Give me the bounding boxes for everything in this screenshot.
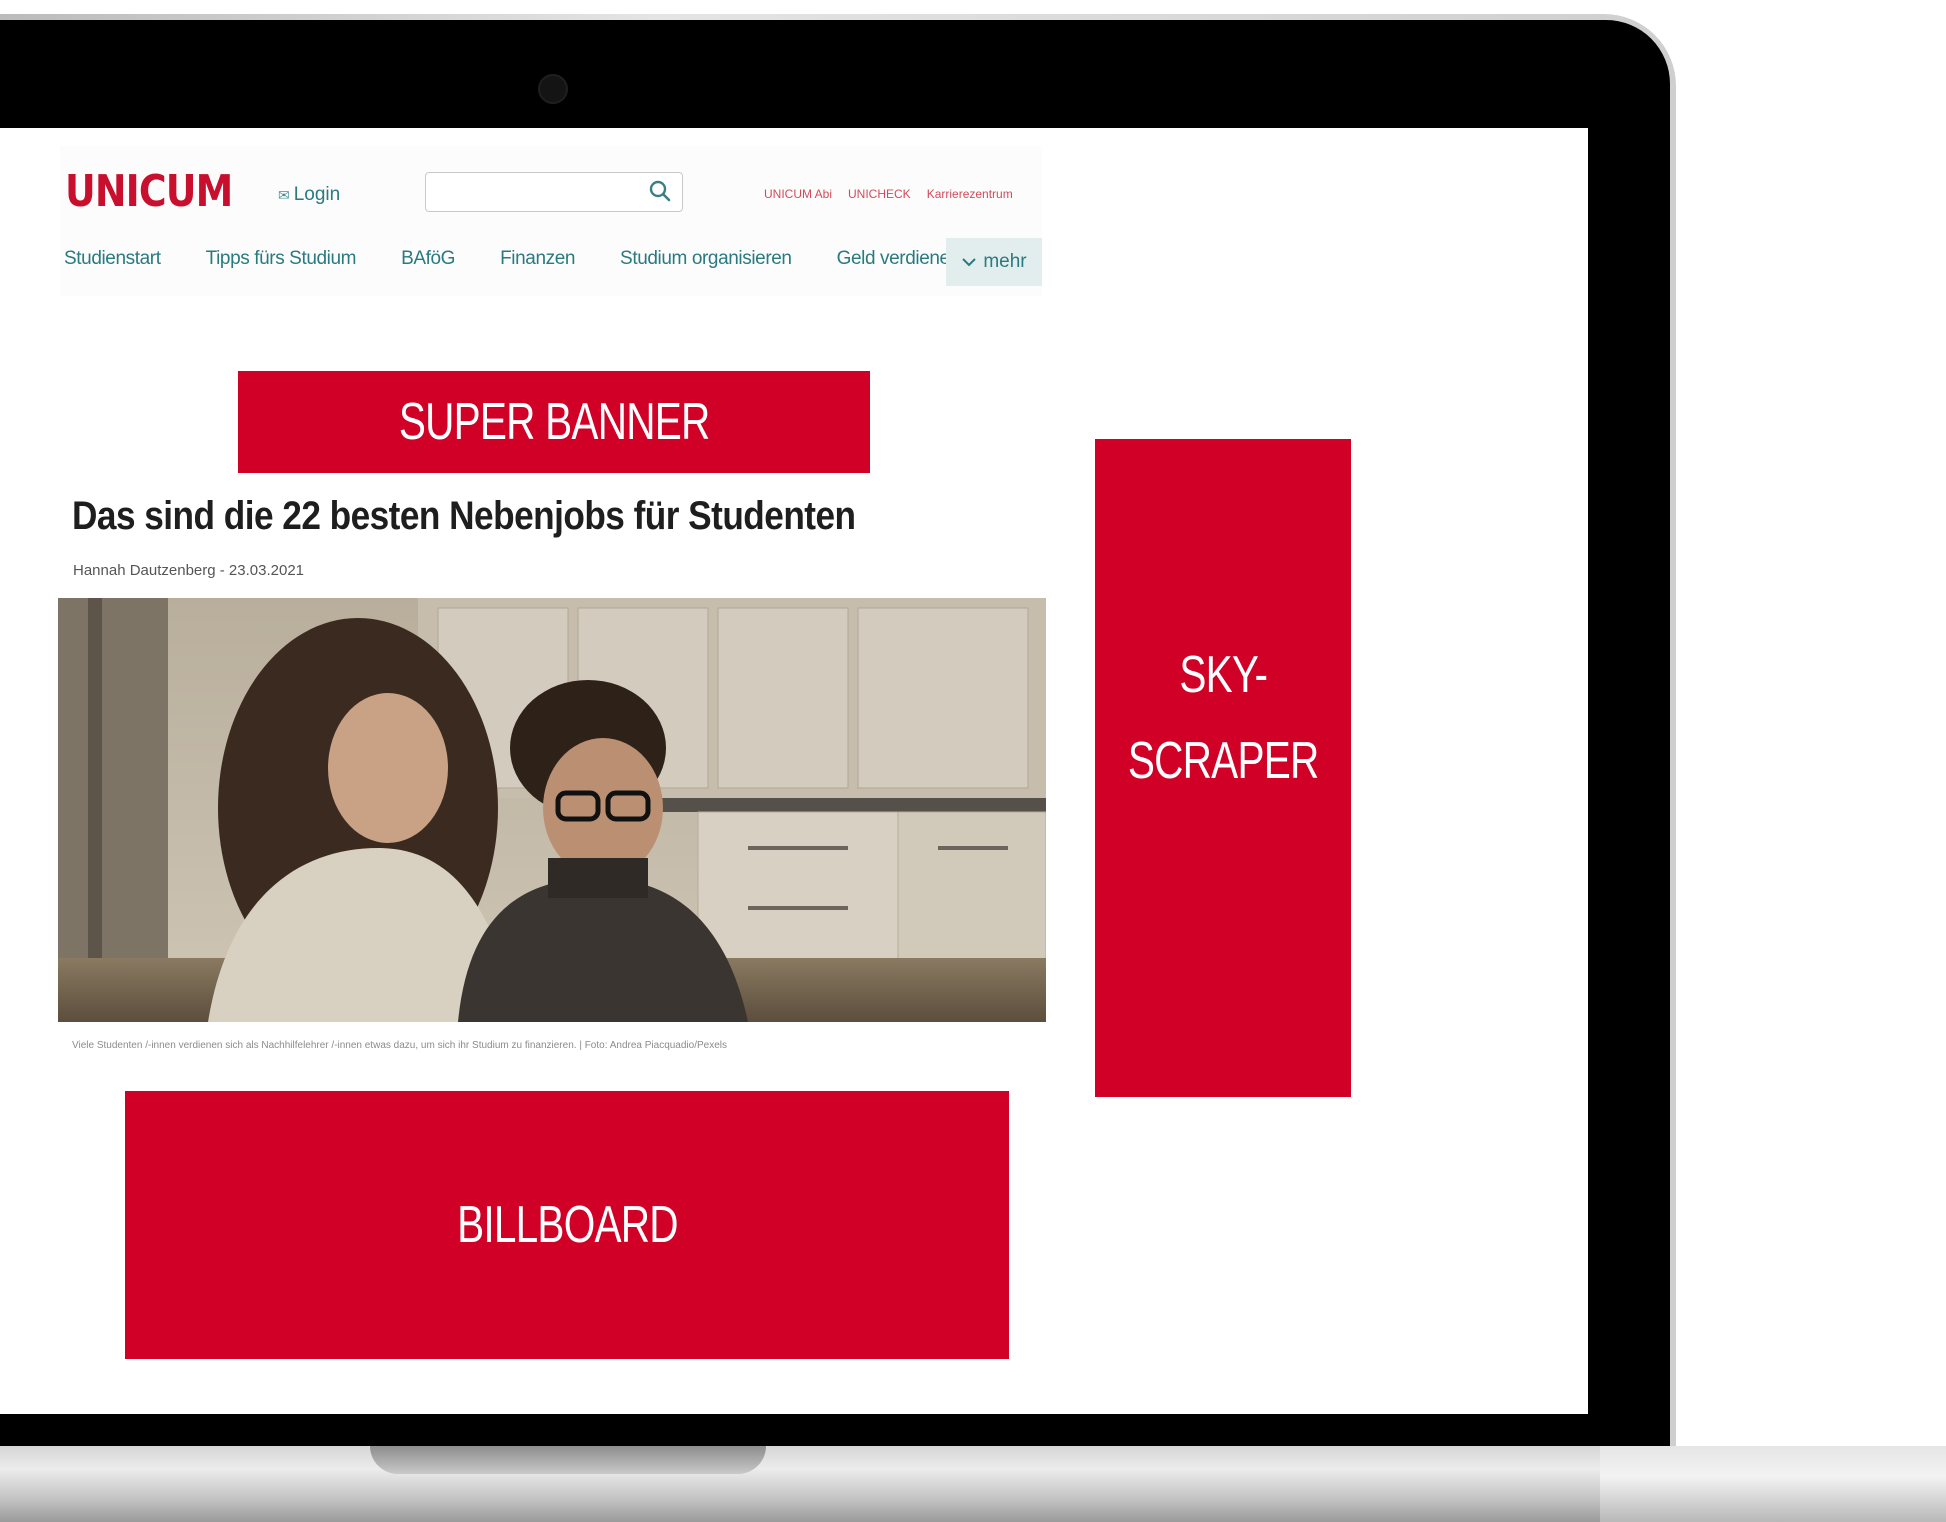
- laptop-bezel: UNICUM ✉ Login UNICUM Abi UNICHECK Karri…: [0, 20, 1670, 1460]
- super-banner-label: SUPER BANNER: [398, 393, 710, 451]
- mail-icon: ✉: [278, 186, 290, 203]
- site-logo[interactable]: UNICUM: [65, 166, 233, 217]
- skyscraper-ad[interactable]: SKY- SCRAPER: [1095, 439, 1351, 1097]
- top-link-abi[interactable]: UNICUM Abi: [764, 187, 832, 201]
- nav-item-finanzen[interactable]: Finanzen: [500, 248, 575, 270]
- super-banner-ad[interactable]: SUPER BANNER: [238, 371, 870, 473]
- top-links: UNICUM Abi UNICHECK Karrierezentrum: [764, 187, 1013, 201]
- top-link-unicheck[interactable]: UNICHECK: [848, 187, 911, 201]
- hero-photo: [58, 598, 1046, 1022]
- billboard-ad[interactable]: BILLBOARD: [125, 1091, 1009, 1359]
- skyscraper-label-line1: SKY-: [1179, 646, 1268, 704]
- billboard-label: BILLBOARD: [456, 1196, 678, 1254]
- nav-item-studienstart[interactable]: Studienstart: [64, 248, 161, 270]
- search-icon[interactable]: [648, 179, 672, 203]
- browser-viewport: UNICUM ✉ Login UNICUM Abi UNICHECK Karri…: [0, 128, 1588, 1414]
- nav-item-geld-verdienen[interactable]: Geld verdienen: [837, 248, 961, 270]
- search-input[interactable]: [425, 172, 683, 212]
- site-header: UNICUM ✉ Login UNICUM Abi UNICHECK Karri…: [60, 146, 1042, 296]
- skyscraper-label-line2: SCRAPER: [1127, 732, 1319, 790]
- login-label: Login: [293, 184, 341, 205]
- nav-item-tipps[interactable]: Tipps fürs Studium: [206, 248, 357, 270]
- laptop-opening-notch: [370, 1446, 766, 1474]
- nav-item-studium-organisieren[interactable]: Studium organisieren: [620, 248, 792, 270]
- login-link[interactable]: ✉ Login: [278, 184, 340, 206]
- image-caption: Viele Studenten /-innen verdienen sich a…: [72, 1040, 728, 1051]
- article-byline: Hannah Dautzenberg - 23.03.2021: [73, 562, 305, 579]
- nav-more-button[interactable]: mehr: [946, 238, 1042, 286]
- camera-icon: [538, 74, 568, 104]
- nav-more-label: mehr: [983, 251, 1027, 272]
- top-link-karrierezentrum[interactable]: Karrierezentrum: [927, 187, 1013, 201]
- main-nav: Studienstart Tipps fürs Studium BAföG Fi…: [64, 248, 1005, 270]
- chevron-down-icon: [962, 258, 977, 267]
- article-headline: Das sind die 22 besten Nebenjobs für Stu…: [72, 494, 856, 538]
- article-hero-image: [58, 598, 1046, 1022]
- nav-item-bafoeg[interactable]: BAföG: [401, 248, 455, 270]
- laptop-base-side: [1600, 1446, 1946, 1522]
